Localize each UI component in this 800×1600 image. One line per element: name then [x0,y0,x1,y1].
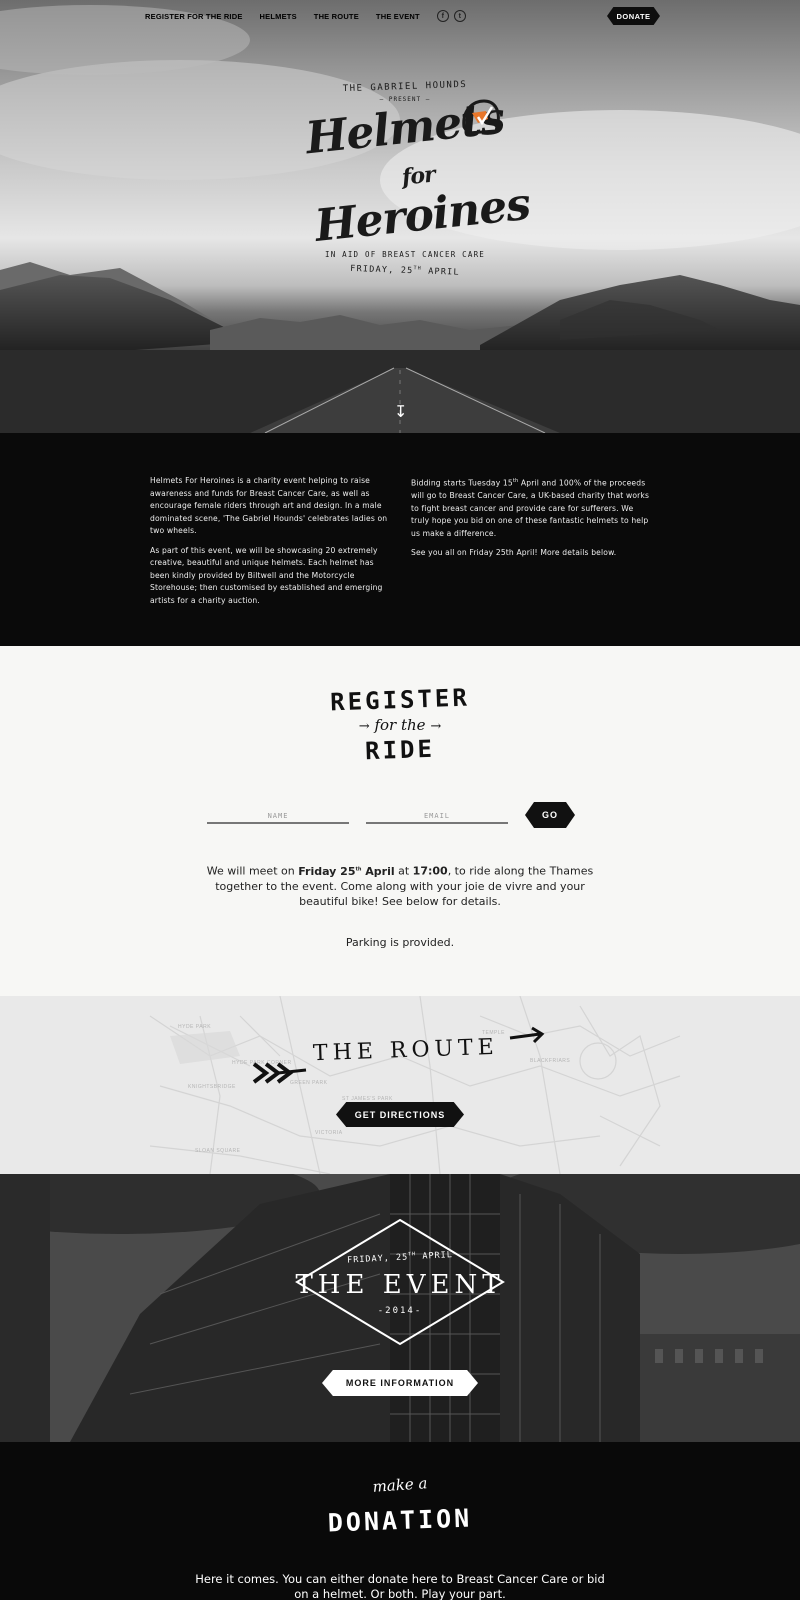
email-field[interactable] [366,810,508,824]
intro-paragraph: Bidding starts Tuesday 15th April and 10… [411,478,650,538]
facebook-icon[interactable]: f [436,10,449,22]
bolt-right-icon: → [430,719,442,734]
map-label: BLACKFRIARS [530,1058,571,1064]
register-section: REGISTER → for the → RIDE GO We will mee… [0,646,800,996]
helmet-icon [462,99,500,135]
right-arrow-icon [509,1026,545,1044]
map-label: HYDE PARK [178,1024,212,1030]
intro-left-column: Helmets For Heroines is a charity event … [150,475,390,614]
donation-script: make a [371,1474,428,1496]
intro-section: Helmets For Heroines is a charity event … [0,433,800,646]
donation-text: Here it comes. You can either donate her… [195,1572,605,1600]
nav-event-link[interactable]: THE EVENT [376,12,420,21]
intro-right-column: Bidding starts Tuesday 15th April and 10… [411,475,651,567]
twitter-icon[interactable]: t [453,10,466,22]
register-heading-bottom: RIDE [364,734,436,766]
parking-text: Parking is provided. [345,936,455,949]
register-heading-top: REGISTER [329,683,471,717]
bolt-left-icon: → [358,719,370,734]
donate-button[interactable]: DONATE [607,7,660,25]
donation-section: make a DONATION Here it comes. You can e… [0,1442,800,1600]
register-heading: REGISTER → for the → RIDE [300,683,500,766]
intro-paragraph: Helmets For Heroines is a charity event … [150,476,388,535]
get-directions-button[interactable]: GET DIRECTIONS [336,1102,464,1127]
map-label: SLOAN SQUARE [195,1148,241,1154]
event-title: THE EVENT [295,1270,505,1300]
map-label: ST JAMES'S PARK [342,1096,393,1102]
hero-section: REGISTER FOR THE RIDE HELMETS THE ROUTE … [0,0,800,433]
event-section: FRIDAY, 25TH APRIL THE EVENT -2014- MORE… [0,1174,800,1442]
nav-helmets-link[interactable]: HELMETS [260,12,297,21]
route-section: HYDE PARK HYDE PARK CORNER KNIGHTSBRIDGE… [0,996,800,1174]
social-links: f t [436,10,466,22]
top-navigation: REGISTER FOR THE RIDE HELMETS THE ROUTE … [145,10,466,22]
name-field[interactable] [207,810,349,824]
logo-heroines: Heroines [312,178,533,253]
logo-for: for [400,161,436,191]
map-label: VICTORIA [315,1130,343,1136]
chevron-arrows-icon [252,1062,307,1084]
map-label: KNIGHTSBRIDGE [188,1084,236,1090]
event-year: -2014- [377,1306,423,1316]
register-heading-mid: → for the → [358,716,442,734]
intro-paragraph: As part of this event, we will be showca… [150,545,383,605]
ride-details-text: We will meet on Friday 25th April at 17:… [206,864,594,908]
nav-route-link[interactable]: THE ROUTE [314,12,359,21]
nav-register-link[interactable]: REGISTER FOR THE RIDE [145,12,243,21]
more-information-button[interactable]: MORE INFORMATION [322,1370,478,1396]
go-button[interactable]: GO [525,802,575,828]
donation-title: DONATION [327,1503,473,1538]
down-arrow-icon[interactable]: ↧ [394,402,407,421]
intro-paragraph: See you all on Friday 25th April! More d… [411,548,617,558]
route-map [149,996,681,1174]
